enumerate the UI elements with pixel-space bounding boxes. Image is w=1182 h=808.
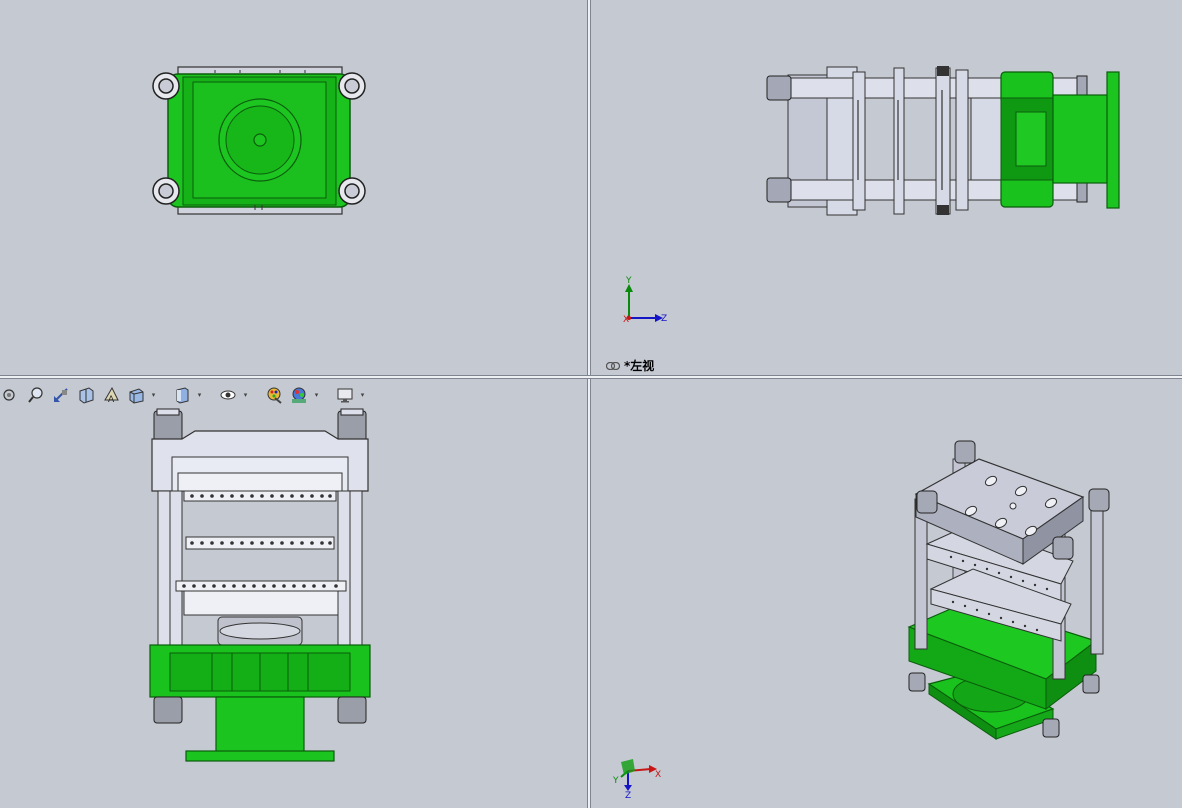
axis-z-label: Z xyxy=(661,314,667,324)
vertical-split-bar[interactable] xyxy=(587,0,591,808)
isometric-view-model[interactable]: Y Z X xyxy=(591,379,1182,808)
iso-axis-y-label: Y xyxy=(612,776,619,786)
viewport-left[interactable]: Y Z X *左视 xyxy=(591,0,1182,375)
viewport-top[interactable]: A ▾ ▾ ▾ ▾ ▾ xyxy=(0,379,587,808)
link-icon xyxy=(606,361,620,370)
horizontal-split-bar[interactable] xyxy=(0,375,1182,379)
viewport-isometric[interactable]: Y Z X xyxy=(591,379,1182,808)
axis-triad xyxy=(620,759,657,791)
iso-axis-z-label: Z xyxy=(625,791,631,801)
front-view-model[interactable] xyxy=(0,0,587,375)
axis-x-label: X xyxy=(623,315,629,325)
green-flange xyxy=(185,750,335,762)
top-view-model[interactable] xyxy=(0,379,587,808)
iso-axis-x-label: X xyxy=(655,770,661,780)
axis-triad xyxy=(625,284,663,322)
axis-y-label: Y xyxy=(625,276,632,286)
green-flange xyxy=(1106,71,1120,209)
view-name-label: *左视 xyxy=(606,357,654,374)
viewport-front[interactable] xyxy=(0,0,587,375)
green-cylinder xyxy=(215,696,305,756)
green-cylinder xyxy=(1052,94,1112,184)
left-view-model[interactable]: Y Z X xyxy=(591,0,1182,375)
